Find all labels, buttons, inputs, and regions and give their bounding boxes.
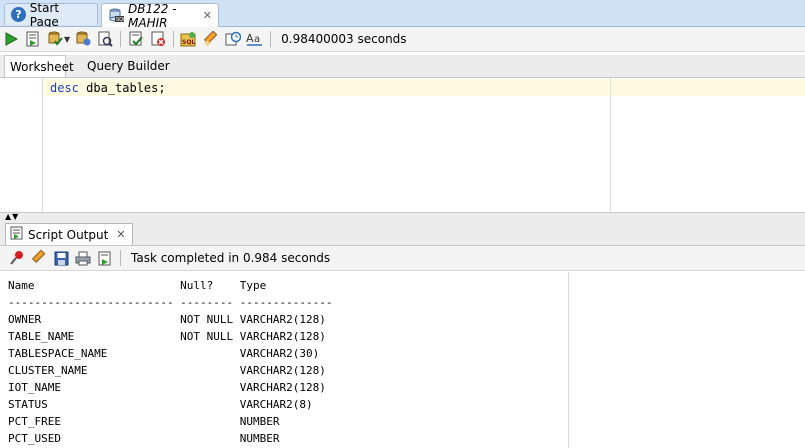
svg-text:SQL: SQL	[182, 39, 195, 46]
tab-label: Worksheet	[10, 59, 74, 74]
result-header-row: Name Null? Type	[8, 279, 267, 292]
tab-query-builder[interactable]: Query Builder	[82, 55, 175, 77]
clear-output-button[interactable]	[28, 247, 50, 269]
close-icon[interactable]: ✕	[116, 228, 125, 241]
result-row: IOT_NAME VARCHAR2(128)	[8, 381, 326, 394]
explain-plan-button[interactable]	[94, 28, 116, 50]
right-margin-guide	[610, 78, 611, 212]
tab-start-page[interactable]: ? Start Page	[4, 1, 98, 29]
svg-text:a: a	[254, 34, 260, 45]
save-icon[interactable]	[50, 247, 72, 269]
chevron-down-icon[interactable]: ▼	[64, 35, 70, 44]
help-icon: ?	[11, 7, 26, 22]
result-row: TABLESPACE_NAME VARCHAR2(30)	[8, 347, 320, 360]
tab-label: Query Builder	[87, 59, 170, 73]
result-row: PCT_FREE NUMBER	[8, 415, 280, 428]
editor-gutter	[0, 78, 34, 212]
svg-text:A: A	[246, 32, 254, 45]
sql-history-button[interactable]	[222, 28, 244, 50]
result-row: STATUS VARCHAR2(8)	[8, 398, 313, 411]
run-statement-button[interactable]	[0, 28, 22, 50]
script-output-icon	[10, 226, 24, 243]
tab-script-output[interactable]: Script Output ✕	[5, 223, 133, 245]
output-toolbar: Task completed in 0.984 seconds	[0, 246, 805, 271]
tab-label: DB122 - MAHIR	[128, 1, 177, 30]
print-icon[interactable]	[72, 247, 94, 269]
script-output-area[interactable]: Name Null? Type -------------------------…	[0, 272, 805, 448]
toolbar-separator	[120, 31, 122, 47]
clear-button[interactable]	[200, 28, 222, 50]
worksheet-toolbar: ▼ SQL Aa 0.98400003 seconds	[0, 27, 805, 52]
database-sql-icon: SQL	[108, 8, 126, 23]
svg-text:SQL: SQL	[116, 17, 124, 23]
result-row: PCT_USED NUMBER	[8, 432, 280, 445]
sql-text: dba_tables;	[78, 81, 166, 95]
describe-output: Name Null? Type -------------------------…	[8, 277, 333, 447]
result-row: OWNER NOT NULL VARCHAR2(128)	[8, 313, 326, 326]
sql-tuning-advisor-button[interactable]: SQL	[178, 28, 200, 50]
execution-time: 0.98400003 seconds	[281, 32, 407, 46]
output-tab-bar: Script Output ✕	[0, 221, 805, 246]
tab-worksheet[interactable]: Worksheet	[4, 55, 74, 77]
toolbar-separator	[270, 31, 272, 47]
run-script-output-icon[interactable]	[94, 247, 116, 269]
close-icon[interactable]: ✕	[203, 9, 212, 22]
sql-editor[interactable]: desc dba_tables;	[0, 78, 805, 212]
editor-subtabs: Worksheet Query Builder	[0, 55, 805, 78]
result-row: TABLE_NAME NOT NULL VARCHAR2(128)	[8, 330, 326, 343]
document-tab-bar: ? Start Page SQL DB122 - MAHIR ✕	[0, 0, 805, 30]
output-divider	[568, 272, 569, 448]
collapse-arrows-icon[interactable]: ▲▼	[5, 213, 19, 221]
result-row: CLUSTER_NAME VARCHAR2(128)	[8, 364, 326, 377]
rollback-button[interactable]	[72, 28, 94, 50]
result-underline-row: ------------------------- -------- -----…	[8, 296, 333, 309]
run-script-button[interactable]	[22, 28, 44, 50]
autotrace-button[interactable]	[125, 28, 147, 50]
toggle-case-button[interactable]: Aa	[244, 28, 266, 50]
toolbar-separator	[173, 31, 175, 47]
panel-splitter[interactable]: ▲▼	[0, 212, 805, 221]
task-status: Task completed in 0.984 seconds	[131, 251, 331, 265]
toolbar-separator	[120, 250, 121, 266]
sql-code-line[interactable]: desc dba_tables;	[50, 81, 166, 95]
sql-keyword: desc	[50, 81, 79, 95]
pin-icon[interactable]	[6, 247, 28, 269]
commit-button[interactable]	[44, 28, 66, 50]
cancel-task-button[interactable]	[147, 28, 169, 50]
tab-db122-mahir[interactable]: SQL DB122 - MAHIR ✕	[101, 1, 219, 30]
tab-label: Script Output	[28, 227, 109, 242]
gutter-divider	[42, 78, 43, 212]
tab-label: Start Page	[29, 0, 60, 29]
